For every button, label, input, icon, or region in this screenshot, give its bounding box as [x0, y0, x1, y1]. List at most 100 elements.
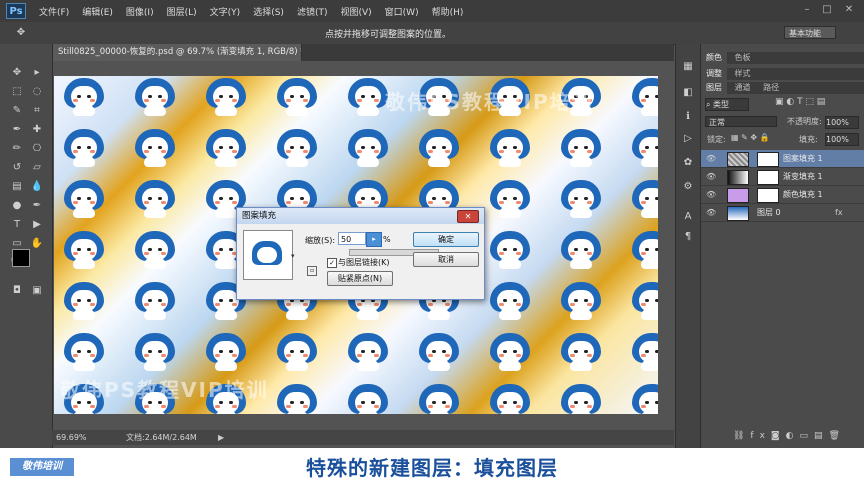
layer-name: 颜色填充 1	[783, 190, 823, 199]
tab-layers[interactable]: 图层	[701, 82, 727, 94]
scale-slider-toggle-icon[interactable]: ▸	[366, 232, 382, 247]
layer-row-gradient-fill[interactable]: 👁 渐变填充 1	[701, 168, 864, 186]
minimize-icon[interactable]: –	[800, 4, 814, 16]
tab-styles[interactable]: 样式	[730, 68, 756, 80]
pattern-tile	[204, 129, 248, 167]
opacity-label: 不透明度:	[787, 117, 822, 126]
eye-icon[interactable]: 👁	[706, 190, 716, 199]
tab-channels[interactable]: 通道	[730, 82, 756, 94]
healing-brush-tool-icon[interactable]: ✚	[30, 123, 44, 137]
layer-filter-icons[interactable]: ▣ ◐ T ⬚ ▤	[775, 97, 825, 107]
brush-panel-icon[interactable]: ✿	[681, 156, 695, 170]
dodge-tool-icon[interactable]: ●	[10, 199, 24, 213]
clone-source-panel-icon[interactable]: ⚙	[681, 180, 695, 194]
tab-swatches[interactable]: 色板	[730, 52, 756, 64]
tab-paths[interactable]: 路径	[758, 82, 784, 94]
properties-panel-icon[interactable]: ◧	[681, 86, 695, 100]
pen-tool-icon[interactable]: ✒	[30, 199, 44, 213]
layer-row-color-fill[interactable]: 👁 颜色填充 1	[701, 186, 864, 204]
blur-tool-icon[interactable]: 💧	[30, 180, 44, 194]
menu-edit[interactable]: 编辑(E)	[82, 5, 113, 18]
crop-tool-icon[interactable]: ⌗	[30, 104, 44, 118]
search-icon: ⌕	[706, 100, 711, 109]
blend-mode-select[interactable]: 正常	[705, 116, 777, 127]
fill-input[interactable]: 100%	[825, 133, 859, 146]
history-brush-tool-icon[interactable]: ↺	[10, 161, 24, 175]
link-with-layer-checkbox[interactable]: ✓	[327, 258, 337, 268]
move-tool-icon[interactable]: ✥	[10, 66, 24, 80]
menu-image[interactable]: 图像(I)	[126, 5, 154, 18]
dialog-close-icon[interactable]: ✕	[457, 210, 479, 223]
eye-icon[interactable]: 👁	[706, 154, 716, 163]
menu-help[interactable]: 帮助(H)	[432, 5, 464, 18]
pattern-preview[interactable]	[243, 230, 293, 280]
marquee-tool-icon[interactable]: ⬚	[10, 85, 24, 99]
layer-row-pattern-fill[interactable]: 👁 图案填充 1	[701, 150, 864, 168]
watermark-bottom: 敬伟PS教程VIP培训	[60, 378, 269, 402]
fx-icon[interactable]: fx	[835, 204, 843, 221]
scale-input[interactable]: 50	[338, 232, 366, 245]
workspace-select[interactable]: 基本功能	[784, 26, 836, 39]
history-panel-icon[interactable]: ▦	[681, 60, 695, 74]
info-panel-icon[interactable]: ℹ	[681, 110, 695, 124]
toolbox: ✥ ▸ ⬚ ◌ ✎ ⌗ ✒ ✚ ✏ ⎔ ↺ ▱ ▤ 💧 ● ✒ T ▶ ▭ ✋ …	[0, 44, 53, 448]
maximize-icon[interactable]: □	[820, 4, 834, 16]
menu-type[interactable]: 文字(Y)	[210, 5, 241, 18]
panels-dock: 颜色 色板 调整 样式 图层 通道 路径 ⌕ 类型 ▣ ◐ T ⬚ ▤ 正常 不…	[700, 44, 864, 448]
menu-file[interactable]: 文件(F)	[39, 5, 69, 18]
eyedropper-tool-icon[interactable]: ✒	[10, 123, 24, 137]
menu-filter[interactable]: 滤镜(T)	[297, 5, 328, 18]
quick-mask-icon[interactable]: ◘	[10, 284, 24, 298]
hand-tool-icon[interactable]: ✋	[30, 237, 44, 251]
tab-color[interactable]: 颜色	[701, 52, 727, 64]
menu-view[interactable]: 视图(V)	[340, 5, 371, 18]
dialog-title-bar[interactable]: 图案填充	[237, 208, 484, 224]
menu-select[interactable]: 选择(S)	[253, 5, 284, 18]
artboard-tool-icon[interactable]: ▸	[30, 66, 44, 80]
zoom-level[interactable]: 69.69%	[56, 430, 87, 445]
quick-select-tool-icon[interactable]: ✎	[10, 104, 24, 118]
status-bar: 69.69% 文档:2.64M/2.64M ▶	[52, 430, 674, 445]
clone-stamp-tool-icon[interactable]: ⎔	[30, 142, 44, 156]
pattern-tile	[488, 180, 532, 218]
cancel-button[interactable]: 取消	[413, 252, 479, 267]
character-panel-icon[interactable]: A	[681, 210, 695, 224]
pattern-tile	[488, 333, 532, 371]
tab-adjustments[interactable]: 调整	[701, 68, 727, 80]
new-preset-icon[interactable]: ▫	[307, 266, 317, 276]
pattern-tile	[346, 384, 390, 414]
ok-button[interactable]: 确定	[413, 232, 479, 247]
eye-icon[interactable]: 👁	[706, 172, 716, 181]
pattern-tile	[346, 333, 390, 371]
pattern-tile	[62, 78, 106, 116]
brush-tool-icon[interactable]: ✏	[10, 142, 24, 156]
actions-panel-icon[interactable]: ▷	[681, 132, 695, 146]
lasso-tool-icon[interactable]: ◌	[30, 85, 44, 99]
snap-to-origin-button[interactable]: 贴紧原点(N)	[327, 271, 393, 286]
layer-filter-select[interactable]: ⌕ 类型	[705, 98, 749, 111]
move-tool-preset-icon[interactable]: ✥	[14, 26, 28, 40]
layer-row-layer0[interactable]: 👁 图层 0 fx	[701, 204, 864, 222]
menu-window[interactable]: 窗口(W)	[385, 5, 419, 18]
type-tool-icon[interactable]: T	[10, 218, 24, 232]
foreground-color-swatch[interactable]	[12, 249, 30, 267]
paragraph-panel-icon[interactable]: ¶	[681, 230, 695, 244]
fill-label: 填充:	[799, 135, 818, 144]
close-icon[interactable]: ✕	[842, 4, 856, 16]
path-select-tool-icon[interactable]: ▶	[30, 218, 44, 232]
status-menu-arrow-icon[interactable]: ▶	[218, 430, 224, 445]
opacity-input[interactable]: 100%	[825, 116, 859, 129]
lock-icons[interactable]: ▦ ✎ ✥ 🔒	[731, 133, 770, 142]
eraser-tool-icon[interactable]: ▱	[30, 161, 44, 175]
menu-layer[interactable]: 图层(L)	[167, 5, 197, 18]
screen-mode-icon[interactable]: ▣	[30, 284, 44, 298]
scale-unit: %	[383, 235, 391, 244]
pattern-tile	[559, 180, 603, 218]
options-hint: 点按并拖移可调整图案的位置。	[325, 30, 452, 40]
gradient-tool-icon[interactable]: ▤	[10, 180, 24, 194]
eye-icon[interactable]: 👁	[706, 208, 716, 217]
document-tab[interactable]: Still0825_00000-恢复的.psd @ 69.7% (渐变填充 1,…	[52, 44, 302, 61]
scale-label: 缩放(S):	[305, 236, 336, 245]
layer-panel-footer-icons[interactable]: ⛓fx◙◐▭▤🗑	[733, 431, 846, 441]
pattern-picker-arrow-icon[interactable]: ▾	[291, 252, 295, 260]
